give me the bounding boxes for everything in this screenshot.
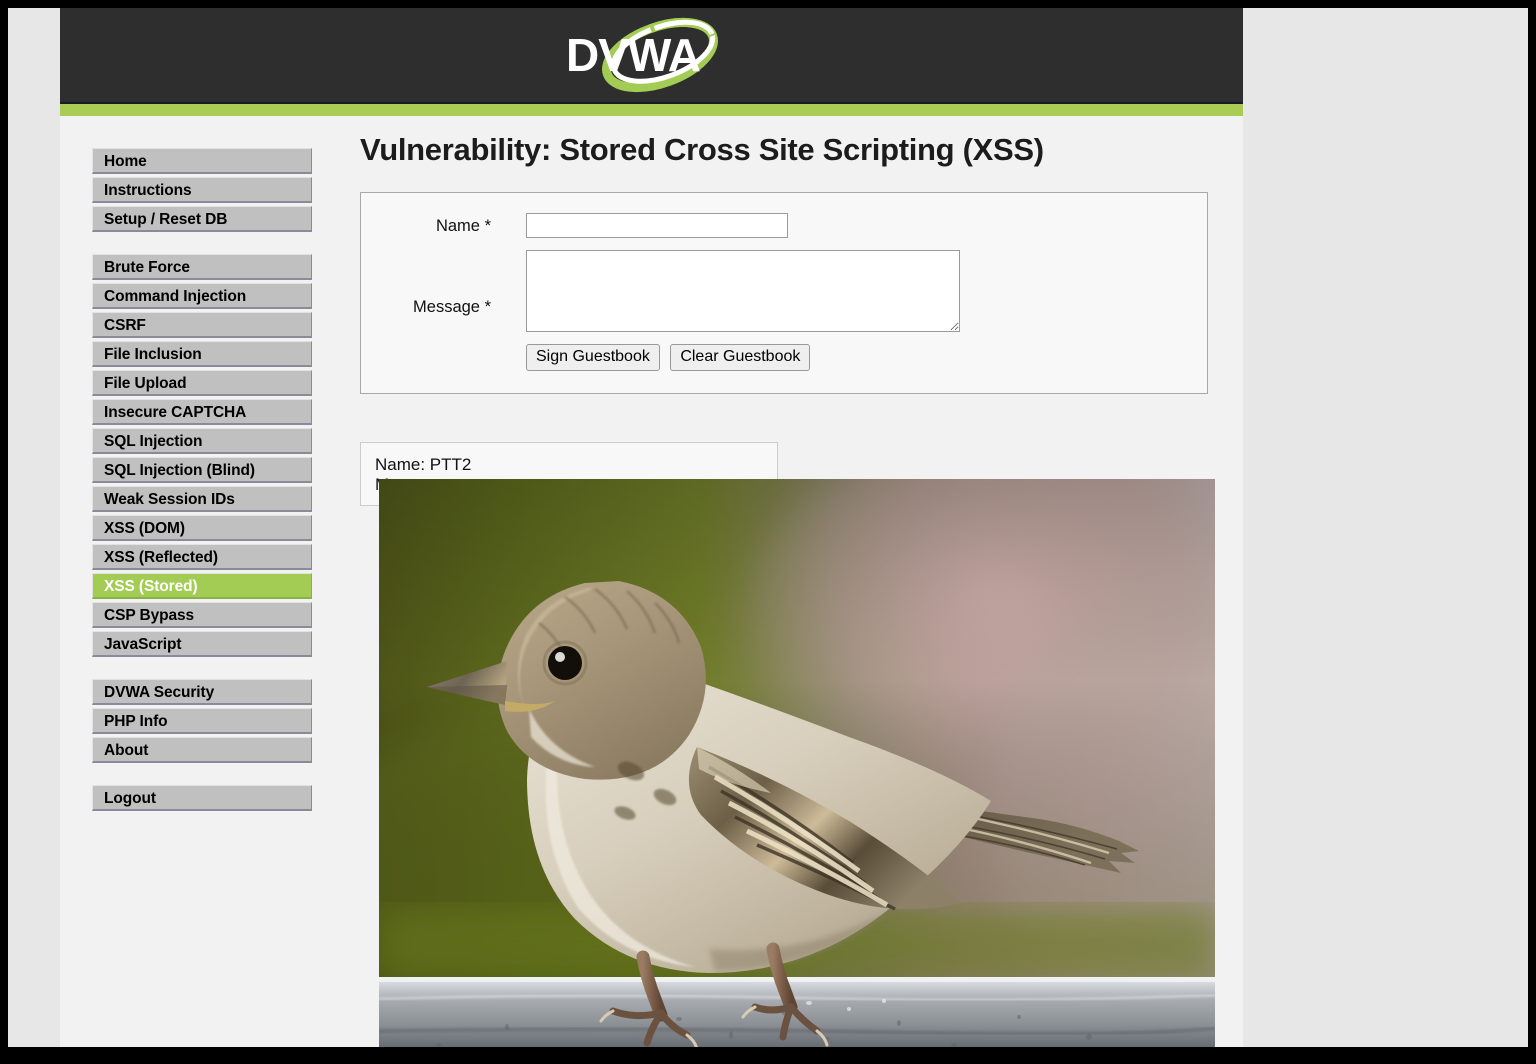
page-viewport: DVWA Home Instructions Setup / Reset DB … bbox=[8, 8, 1528, 1047]
sidebar-item-command-injection[interactable]: Command Injection bbox=[92, 283, 312, 309]
header-accent-bar bbox=[60, 104, 1243, 116]
sidebar-item-logout[interactable]: Logout bbox=[92, 785, 312, 811]
message-label: Message * bbox=[413, 298, 491, 316]
sign-guestbook-button[interactable]: Sign Guestbook bbox=[526, 344, 660, 371]
sidebar-item-dvwa-security[interactable]: DVWA Security bbox=[92, 679, 312, 705]
dvwa-logo[interactable]: DVWA bbox=[552, 11, 752, 99]
site-header: DVWA bbox=[60, 8, 1243, 104]
sidebar-item-xss-reflected[interactable]: XSS (Reflected) bbox=[92, 544, 312, 570]
guestbook-entry-image bbox=[379, 479, 1215, 1047]
clear-guestbook-button[interactable]: Clear Guestbook bbox=[670, 344, 811, 371]
sidebar-item-csp-bypass[interactable]: CSP Bypass bbox=[92, 602, 312, 628]
nav-group-vulnerabilities: Brute Force Command Injection CSRF File … bbox=[60, 254, 312, 657]
main-navigation: Home Instructions Setup / Reset DB Brute… bbox=[60, 116, 312, 1047]
browser-window-frame: DVWA Home Instructions Setup / Reset DB … bbox=[0, 0, 1536, 1064]
entry-name: Name: PTT2 bbox=[375, 455, 472, 474]
sidebar-item-setup-reset-db[interactable]: Setup / Reset DB bbox=[92, 206, 312, 232]
sidebar-item-file-inclusion[interactable]: File Inclusion bbox=[92, 341, 312, 367]
name-label: Name * bbox=[435, 217, 491, 235]
guestbook-button-row: Sign Guestbook Clear Guestbook bbox=[526, 344, 1207, 371]
sidebar-item-csrf[interactable]: CSRF bbox=[92, 312, 312, 338]
nav-group-general: Home Instructions Setup / Reset DB bbox=[60, 148, 312, 232]
message-field-row: Message * bbox=[361, 250, 1207, 332]
sidebar-item-php-info[interactable]: PHP Info bbox=[92, 708, 312, 734]
name-field-row: Name * bbox=[361, 213, 1207, 238]
nav-group-session: Logout bbox=[60, 785, 312, 811]
page-title: Vulnerability: Stored Cross Site Scripti… bbox=[360, 132, 1044, 167]
nav-group-meta: DVWA Security PHP Info About bbox=[60, 679, 312, 763]
sidebar-item-insecure-captcha[interactable]: Insecure CAPTCHA bbox=[92, 399, 312, 425]
sidebar-item-file-upload[interactable]: File Upload bbox=[92, 370, 312, 396]
message-textarea[interactable] bbox=[526, 250, 960, 332]
sidebar-item-xss-dom[interactable]: XSS (DOM) bbox=[92, 515, 312, 541]
svg-text:DVWA: DVWA bbox=[566, 29, 700, 81]
name-input[interactable] bbox=[526, 213, 788, 238]
sidebar-item-about[interactable]: About bbox=[92, 737, 312, 763]
sidebar-item-sql-injection[interactable]: SQL Injection bbox=[92, 428, 312, 454]
sidebar-item-home[interactable]: Home bbox=[92, 148, 312, 174]
sidebar-item-xss-stored[interactable]: XSS (Stored) bbox=[92, 573, 312, 599]
sidebar-item-instructions[interactable]: Instructions bbox=[92, 177, 312, 203]
sidebar-item-javascript[interactable]: JavaScript bbox=[92, 631, 312, 657]
sidebar-item-sql-injection-blind[interactable]: SQL Injection (Blind) bbox=[92, 457, 312, 483]
sidebar-item-brute-force[interactable]: Brute Force bbox=[92, 254, 312, 280]
sidebar-item-weak-session-ids[interactable]: Weak Session IDs bbox=[92, 486, 312, 512]
guestbook-form: Name * Message * Sign Guestbook Clear Gu… bbox=[360, 192, 1208, 394]
